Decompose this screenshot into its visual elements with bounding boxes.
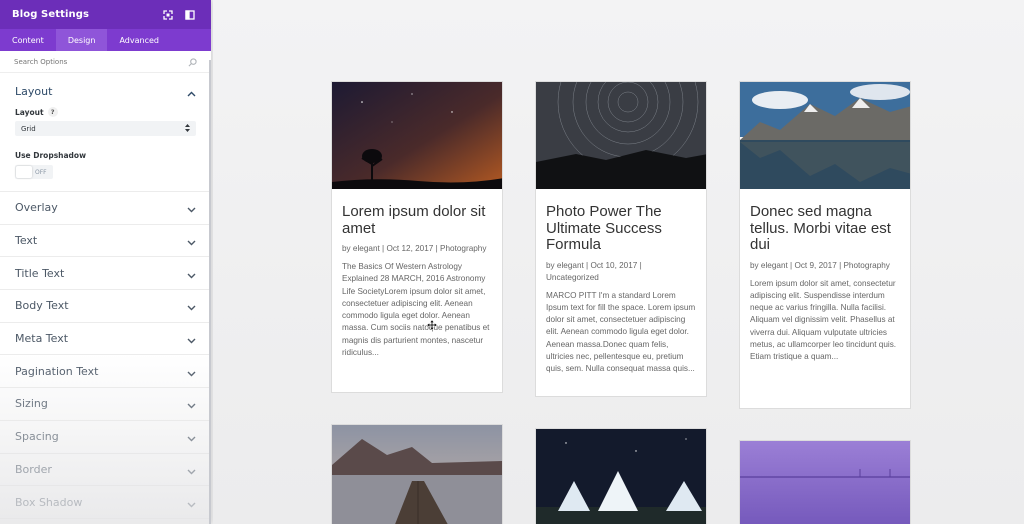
group-spacing[interactable]: Spacing <box>0 421 211 454</box>
chevron-down-icon <box>187 296 196 315</box>
layout-label-text: Layout <box>15 107 44 117</box>
group-box-shadow[interactable]: Box Shadow <box>0 486 211 519</box>
group-title: Text <box>15 234 38 248</box>
panel-header: Blog Settings <box>0 0 211 29</box>
post-body: Donec sed magna tellus. Morbi vitae est … <box>740 189 910 374</box>
tab-design[interactable]: Design <box>55 29 108 51</box>
group-body-text[interactable]: Body Text <box>0 290 211 323</box>
group-title: Sizing <box>15 397 48 411</box>
group-title: Spacing <box>15 430 59 444</box>
chevron-down-icon <box>187 362 196 381</box>
group-overlay[interactable]: Overlay <box>0 192 211 225</box>
post-image-mountain-lake[interactable] <box>740 82 910 189</box>
search-icon[interactable] <box>188 52 197 71</box>
group-title: Title Text <box>15 266 65 280</box>
group-text[interactable]: Text <box>0 225 211 258</box>
group-title: Box Shadow <box>15 495 83 509</box>
post-excerpt: The Basics Of Western Astrology Explaine… <box>342 262 490 358</box>
settings-panel: Blog Settings Content Design Advanced Se… <box>0 0 211 524</box>
post-image-night-sky[interactable] <box>332 82 502 189</box>
group-title: Pagination Text <box>15 364 99 378</box>
group-meta-text[interactable]: Meta Text <box>0 323 211 356</box>
group-pagination-text[interactable]: Pagination Text <box>0 355 211 389</box>
post-title[interactable]: Lorem ipsum dolor sit amet <box>342 203 492 237</box>
group-border[interactable]: Border <box>0 454 211 487</box>
chevron-down-icon <box>187 493 196 512</box>
blog-post-card[interactable] <box>535 428 707 524</box>
panel-title: Blog Settings <box>12 9 90 20</box>
layout-select-value: Grid <box>21 124 36 133</box>
chevron-down-icon <box>187 394 196 413</box>
post-meta: by elegant | Oct 9, 2017 | Photography <box>750 260 890 270</box>
panel-tabs: Content Design Advanced <box>0 29 211 51</box>
select-arrows-icon <box>185 123 190 134</box>
post-meta: by elegant | Oct 10, 2017 | Uncategorize… <box>546 260 642 282</box>
sidebar-toggle-icon[interactable] <box>179 5 201 25</box>
post-image-tents[interactable] <box>536 429 706 524</box>
dropshadow-field-label: Use Dropshadow <box>15 151 87 160</box>
group-title: Overlay <box>15 201 58 215</box>
blog-post-card[interactable] <box>739 440 911 524</box>
toggle-state: OFF <box>35 168 47 176</box>
chevron-down-icon <box>187 198 196 217</box>
blog-post-card[interactable] <box>331 424 503 524</box>
group-sizing[interactable]: Sizing <box>0 388 211 421</box>
post-body: Photo Power The Ultimate Success Formula… <box>536 189 706 386</box>
help-icon[interactable]: ? <box>47 107 58 117</box>
post-image-purple-bridge[interactable] <box>740 441 910 524</box>
blog-post-card[interactable]: Donec sed magna tellus. Morbi vitae est … <box>739 81 911 409</box>
layout-section-header[interactable]: Layout <box>15 73 196 105</box>
post-body: Lorem ipsum dolor sit amet by elegant | … <box>332 189 502 369</box>
dropshadow-toggle[interactable]: OFF <box>15 165 53 179</box>
panel-resize-handle[interactable] <box>209 60 211 524</box>
search-bar <box>0 51 211 73</box>
group-title-text[interactable]: Title Text <box>0 257 211 291</box>
post-title[interactable]: Photo Power The Ultimate Success Formula <box>546 203 696 254</box>
layout-section: Layout Layout ? Grid Use Dropshadow OFF <box>0 73 211 192</box>
move-cursor-icon <box>426 315 438 331</box>
layout-section-title: Layout <box>15 84 53 98</box>
layout-select[interactable]: Grid <box>15 121 196 136</box>
chevron-down-icon <box>187 427 196 446</box>
chevron-up-icon[interactable] <box>187 82 196 101</box>
post-meta: by elegant | Oct 12, 2017 | Photography <box>342 244 487 253</box>
group-title: Border <box>15 462 52 476</box>
toggle-knob <box>16 166 32 178</box>
tab-content[interactable]: Content <box>0 29 56 51</box>
layout-field-label: Layout ? <box>15 107 196 117</box>
blog-post-card[interactable]: Photo Power The Ultimate Success Formula… <box>535 81 707 397</box>
post-title[interactable]: Donec sed magna tellus. Morbi vitae est … <box>750 203 900 254</box>
expand-icon[interactable] <box>157 5 179 25</box>
post-excerpt: MARCO PITT I'm a standard Lorem Ipsum te… <box>546 290 696 374</box>
search-input[interactable] <box>14 57 188 66</box>
blog-post-card[interactable]: Lorem ipsum dolor sit amet by elegant | … <box>331 81 503 393</box>
group-title: Meta Text <box>15 332 69 346</box>
group-title: Body Text <box>15 299 69 313</box>
tab-advanced[interactable]: Advanced <box>107 29 171 51</box>
chevron-down-icon <box>187 460 196 479</box>
chevron-down-icon <box>187 329 196 348</box>
option-groups: Overlay Text Title Text Body Text Meta T… <box>0 192 211 519</box>
post-excerpt: Lorem ipsum dolor sit amet, consectetur … <box>750 278 897 362</box>
post-image-star-trails[interactable] <box>536 82 706 189</box>
chevron-down-icon <box>187 264 196 283</box>
post-image-pier[interactable] <box>332 425 502 524</box>
chevron-down-icon <box>187 231 196 250</box>
